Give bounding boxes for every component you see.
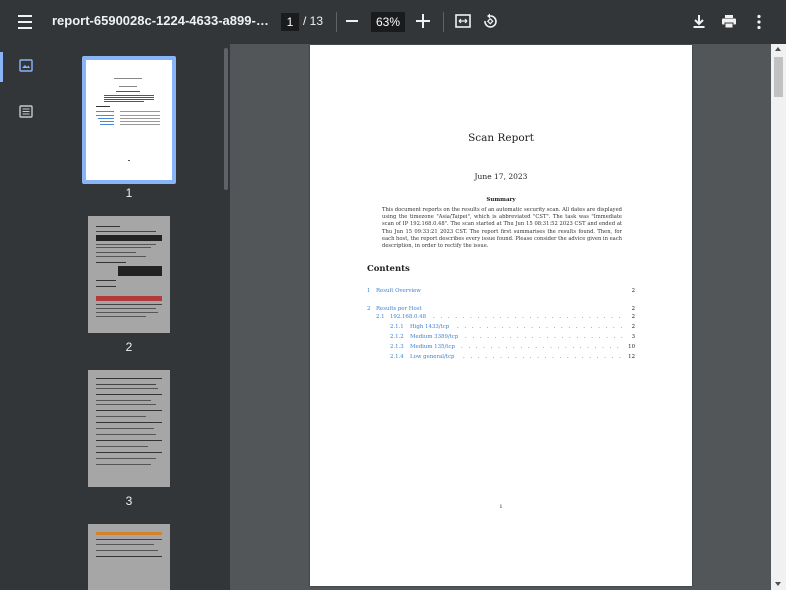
summary-heading: Summary xyxy=(486,197,516,203)
toc-entry-medium-3389[interactable]: 2.1.2 Medium 3389/tcp . . . . . . . . . … xyxy=(367,334,635,343)
page-footer-number: 1 xyxy=(499,504,503,510)
thumbnail-page-2[interactable] xyxy=(88,216,170,333)
thumbnail-page-1[interactable] xyxy=(82,56,176,184)
thumbnail-label-3: 3 xyxy=(125,494,133,508)
thumbnail-label-2: 2 xyxy=(125,340,133,354)
page-total: / 13 xyxy=(303,14,324,28)
main-scrollbar[interactable] xyxy=(771,44,786,590)
rotate-icon[interactable] xyxy=(482,13,498,29)
thumbnail-page-4[interactable] xyxy=(88,524,170,590)
more-vert-icon[interactable] xyxy=(756,14,762,30)
page-number-input[interactable]: 1 xyxy=(281,13,299,31)
fit-page-icon[interactable] xyxy=(455,14,471,28)
toc-entry-medium-135[interactable]: 2.1.3 Medium 135/tcp . . . . . . . . . .… xyxy=(367,344,635,353)
report-date: June 17, 2023 xyxy=(474,172,528,181)
print-icon[interactable] xyxy=(721,14,737,29)
pdf-toolbar: report-6590028c-1224-4633-a899-fd8fba0..… xyxy=(0,0,786,44)
thumbnail-label-1: 1 xyxy=(125,186,133,200)
scroll-down-icon[interactable] xyxy=(775,582,781,586)
toc-entry-low-general[interactable]: 2.1.4 Low general/tcp . . . . . . . . . … xyxy=(367,354,635,363)
minus-icon[interactable] xyxy=(346,20,358,22)
summary-text: This document reports on the results of … xyxy=(382,207,622,250)
document-title: report-6590028c-1224-4633-a899-fd8fba0..… xyxy=(52,13,270,28)
scroll-up-icon[interactable] xyxy=(775,47,781,51)
report-title: Scan Report xyxy=(468,132,534,144)
active-indicator xyxy=(0,52,3,82)
thumbnails-icon[interactable] xyxy=(19,59,33,72)
outline-icon[interactable] xyxy=(19,105,33,118)
toolbar-divider xyxy=(443,12,444,32)
toc-entry-host[interactable]: 2.1 192.168.0.48 . . . . . . . . . . . .… xyxy=(367,314,635,323)
toc-entry-high-1433[interactable]: 2.1.1 High 1433/tcp . . . . . . . . . . … xyxy=(367,324,635,333)
contents-heading: Contents xyxy=(367,264,410,274)
download-icon[interactable] xyxy=(692,14,706,29)
plus-icon[interactable] xyxy=(416,14,430,28)
thumbnail-scrollbar[interactable] xyxy=(224,48,228,190)
thumbnail-page-3[interactable] xyxy=(88,370,170,487)
sidebar-rail xyxy=(0,44,52,590)
menu-icon[interactable] xyxy=(12,10,38,34)
toolbar-divider xyxy=(336,12,337,32)
toc-entry-result-overview[interactable]: 1 Result Overview 2 xyxy=(367,288,635,297)
document-page: Scan Report June 17, 2023 Summary This d… xyxy=(310,45,692,586)
scrollbar-thumb[interactable] xyxy=(774,57,783,97)
zoom-input[interactable]: 63% xyxy=(371,12,405,32)
